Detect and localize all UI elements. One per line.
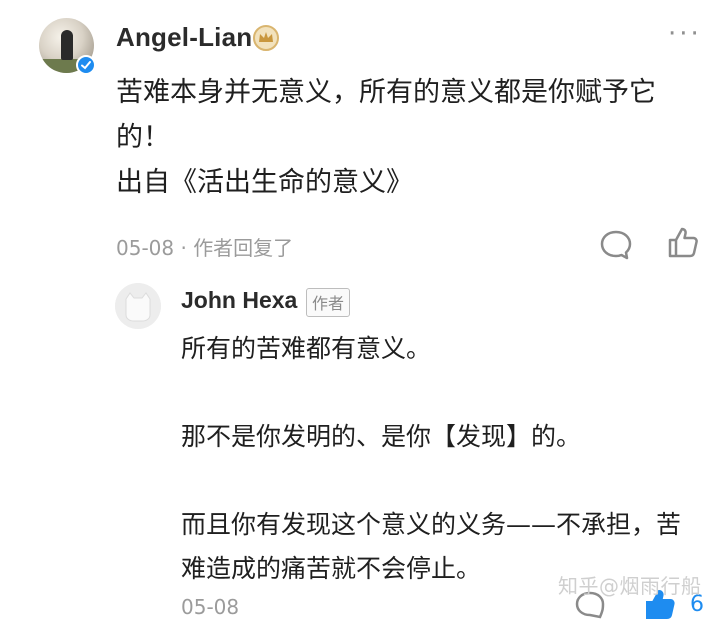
reply-author-name[interactable]: John Hexa (181, 287, 297, 314)
comment-author-name[interactable]: Angel-Lian (116, 22, 252, 53)
like-icon[interactable] (666, 226, 700, 260)
crown-badge-icon (253, 25, 279, 51)
more-icon[interactable]: ··· (668, 21, 702, 47)
comment-meta: 05-08 · 作者回复了 (116, 236, 294, 260)
watermark: 知乎@烟雨行船 (558, 574, 702, 598)
reply-avatar[interactable] (115, 283, 161, 329)
reply-text: 所有的苦难都有意义。 那不是你发明的、是你【发现】的。 而且你有发现这个意义的义… (181, 334, 682, 583)
comment-text: 苦难本身并无意义，所有的意义都是你赋予它 的！ 出自《活出生命的意义》 (116, 77, 656, 198)
verified-icon (76, 55, 96, 75)
reply-date: 05-08 (181, 595, 240, 619)
author-badge: 作者 (306, 288, 351, 317)
reply-icon[interactable] (599, 229, 633, 261)
